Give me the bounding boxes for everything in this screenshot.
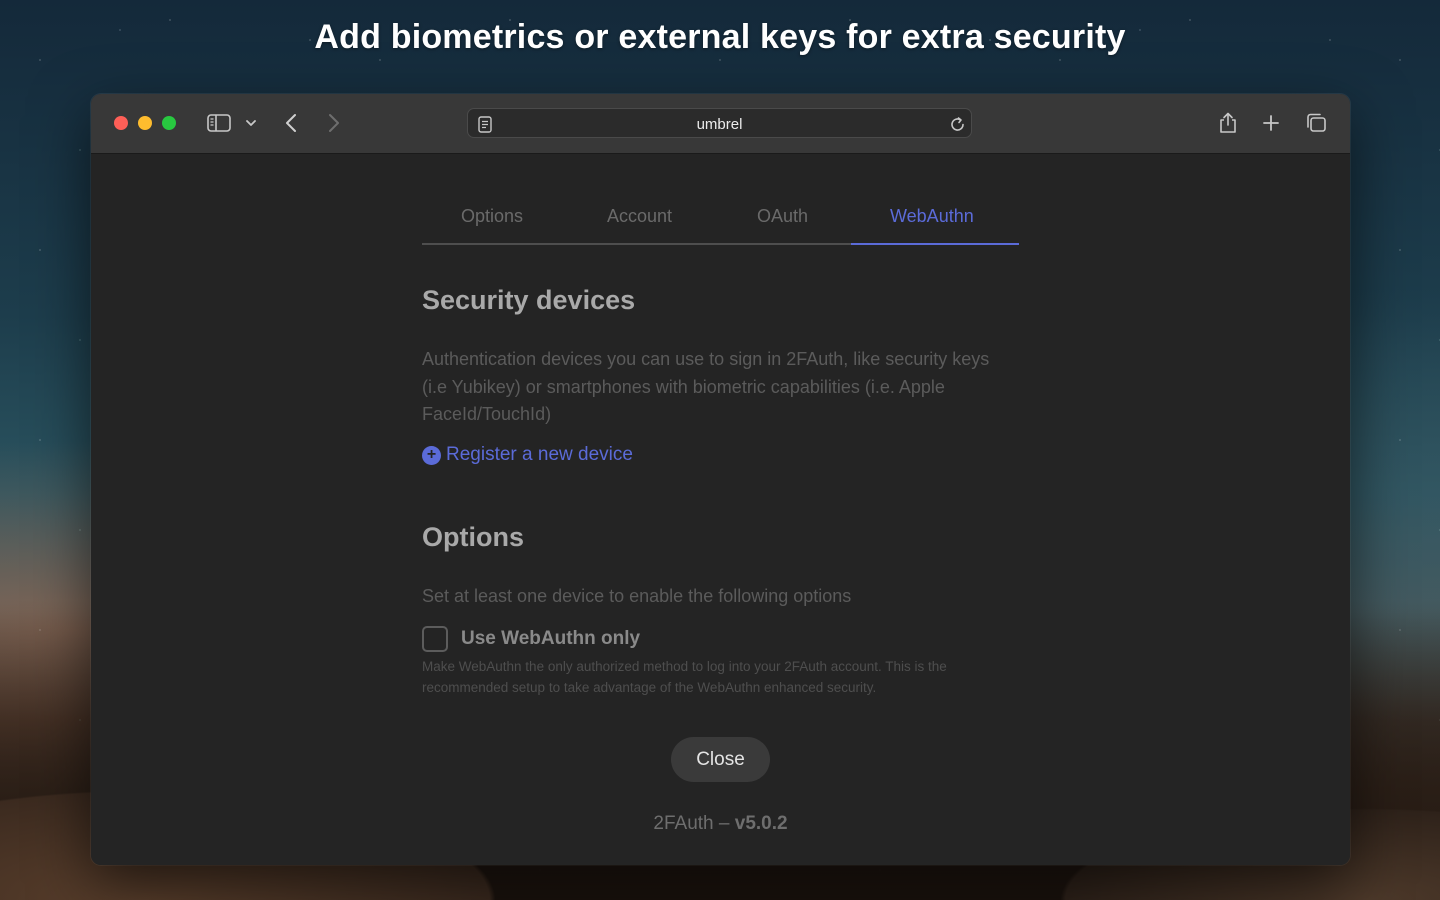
close-button[interactable]: Close xyxy=(671,737,770,782)
footer-app-name: 2FAuth xyxy=(653,813,714,834)
promo-headline: Add biometrics or external keys for extr… xyxy=(314,18,1126,56)
page-content: Options Account OAuth WebAuthn Security … xyxy=(91,154,1350,865)
close-window-button[interactable] xyxy=(114,116,128,130)
active-tab-indicator xyxy=(851,243,1019,245)
security-devices-heading: Security devices xyxy=(422,285,636,315)
footer-separator: – xyxy=(713,813,735,834)
plus-icon[interactable] xyxy=(1261,108,1281,138)
tab-overview-icon[interactable] xyxy=(1304,108,1328,138)
tab-options[interactable]: Options xyxy=(461,206,523,227)
app-footer: 2FAuth – v5.0.2 xyxy=(91,813,1350,835)
chevron-down-icon[interactable] xyxy=(243,108,259,138)
tab-account[interactable]: Account xyxy=(607,206,672,227)
register-device-label: Register a new device xyxy=(446,444,633,465)
tab-webauthn[interactable]: WebAuthn xyxy=(890,206,974,227)
address-bar[interactable]: umbrel xyxy=(467,108,972,138)
webauthn-only-help: Make WebAuthn the only authorized method… xyxy=(422,659,947,695)
footer-version: v5.0.2 xyxy=(734,813,788,834)
options-description: Set at least one device to enable the fo… xyxy=(422,586,852,606)
share-icon[interactable] xyxy=(1217,108,1239,138)
address-text: umbrel xyxy=(696,116,743,133)
sidebar-icon[interactable] xyxy=(205,108,233,138)
webauthn-only-label[interactable]: Use WebAuthn only xyxy=(461,628,640,650)
minimize-window-button[interactable] xyxy=(138,116,152,130)
reload-icon[interactable] xyxy=(948,115,966,133)
settings-tabs: Options Account OAuth WebAuthn xyxy=(422,196,1019,245)
browser-window: umbrel Options Account OAuth WebAuthn Se… xyxy=(91,94,1350,865)
zoom-window-button[interactable] xyxy=(162,116,176,130)
plus-circle-icon: + xyxy=(422,445,441,465)
options-heading: Options xyxy=(422,522,524,552)
security-devices-description: Authentication devices you can use to si… xyxy=(422,349,990,424)
forward-icon[interactable] xyxy=(324,108,344,138)
tab-oauth[interactable]: OAuth xyxy=(757,206,808,227)
browser-toolbar: umbrel xyxy=(91,94,1350,154)
back-icon[interactable] xyxy=(281,108,301,138)
register-device-link[interactable]: + Register a new device xyxy=(422,444,633,466)
webauthn-only-checkbox[interactable] xyxy=(422,626,448,652)
